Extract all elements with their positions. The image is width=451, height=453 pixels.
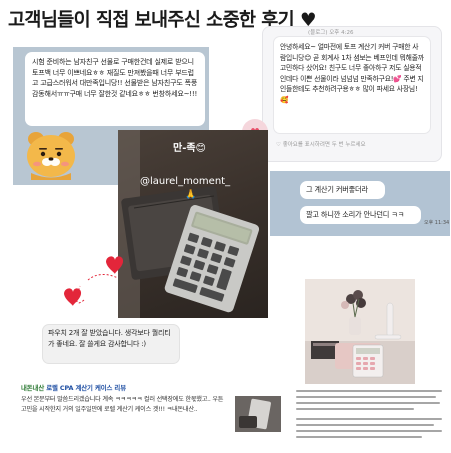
blog-thumbnail[interactable] [235,396,281,432]
hearts-doodle-icon [64,256,124,306]
instagram-handle-tag[interactable]: @laurel_moment_ [140,173,270,191]
ryan-character-icon [23,128,79,182]
comment-meta: (블로그) 오후 4:26 [308,30,354,36]
comment-bubble-right: 안녕하세요~ 얼마전에 토프 계산기 커버 구매한 사람입니당😊 곧 회계사 1… [273,36,431,134]
text-line [296,408,414,410]
like-hint-text: 좋아요를 표시하려면 두 번 누르세요 [282,142,366,148]
blog-title-text: 로렐 CPA 계산기 케이스 리뷰 [46,384,126,392]
text-line [296,390,442,392]
chat-bubble-2: 깔고 하니깐 소리가 안나던디 ㅋㅋ [300,206,421,224]
chat-bubble-1: 그 계산기 커버좋더라 [300,181,385,199]
text-line [296,430,442,432]
text-line [296,396,436,398]
text-line [296,418,442,420]
desk-product-image [305,279,415,384]
text-line [296,424,434,426]
story-caption: 만-족😊 [173,143,206,154]
praying-hands-icon: 🙏 [185,190,197,200]
like-hint[interactable]: ♡ 좋아요를 표시하려면 두 번 누르세요 [276,140,366,148]
blog-tag: 내돈내산 [21,384,45,392]
chat-bubble-bottom: 파우치 2개 잘 받았습니다. 생각보다 퀄리티가 좋네요. 잘 쓸게요 감사합… [42,324,180,364]
review-bubble-left: 시험 준비하는 남자친구 선물로 구매한건데 실제로 받으니 토프백 너무 이쁘… [25,52,205,126]
blog-title-link[interactable]: 내돈내산 로렐 CPA 계산기 케이스 리뷰 [21,383,126,392]
text-line [296,402,440,404]
text-line [296,436,422,438]
headline-text: 고객님들이 직접 보내주신 소중한 후기 [8,10,295,31]
chat-timestamp: 오후 11:34 [424,220,450,226]
heart-outline-icon[interactable]: ♡ [276,142,283,148]
blog-excerpt: 우선 본문부터 말씀드리겠습니다 계속 ㅋㅋㅋㅋㅋ 컬러 선택장에도 한몫했고.… [21,396,224,413]
